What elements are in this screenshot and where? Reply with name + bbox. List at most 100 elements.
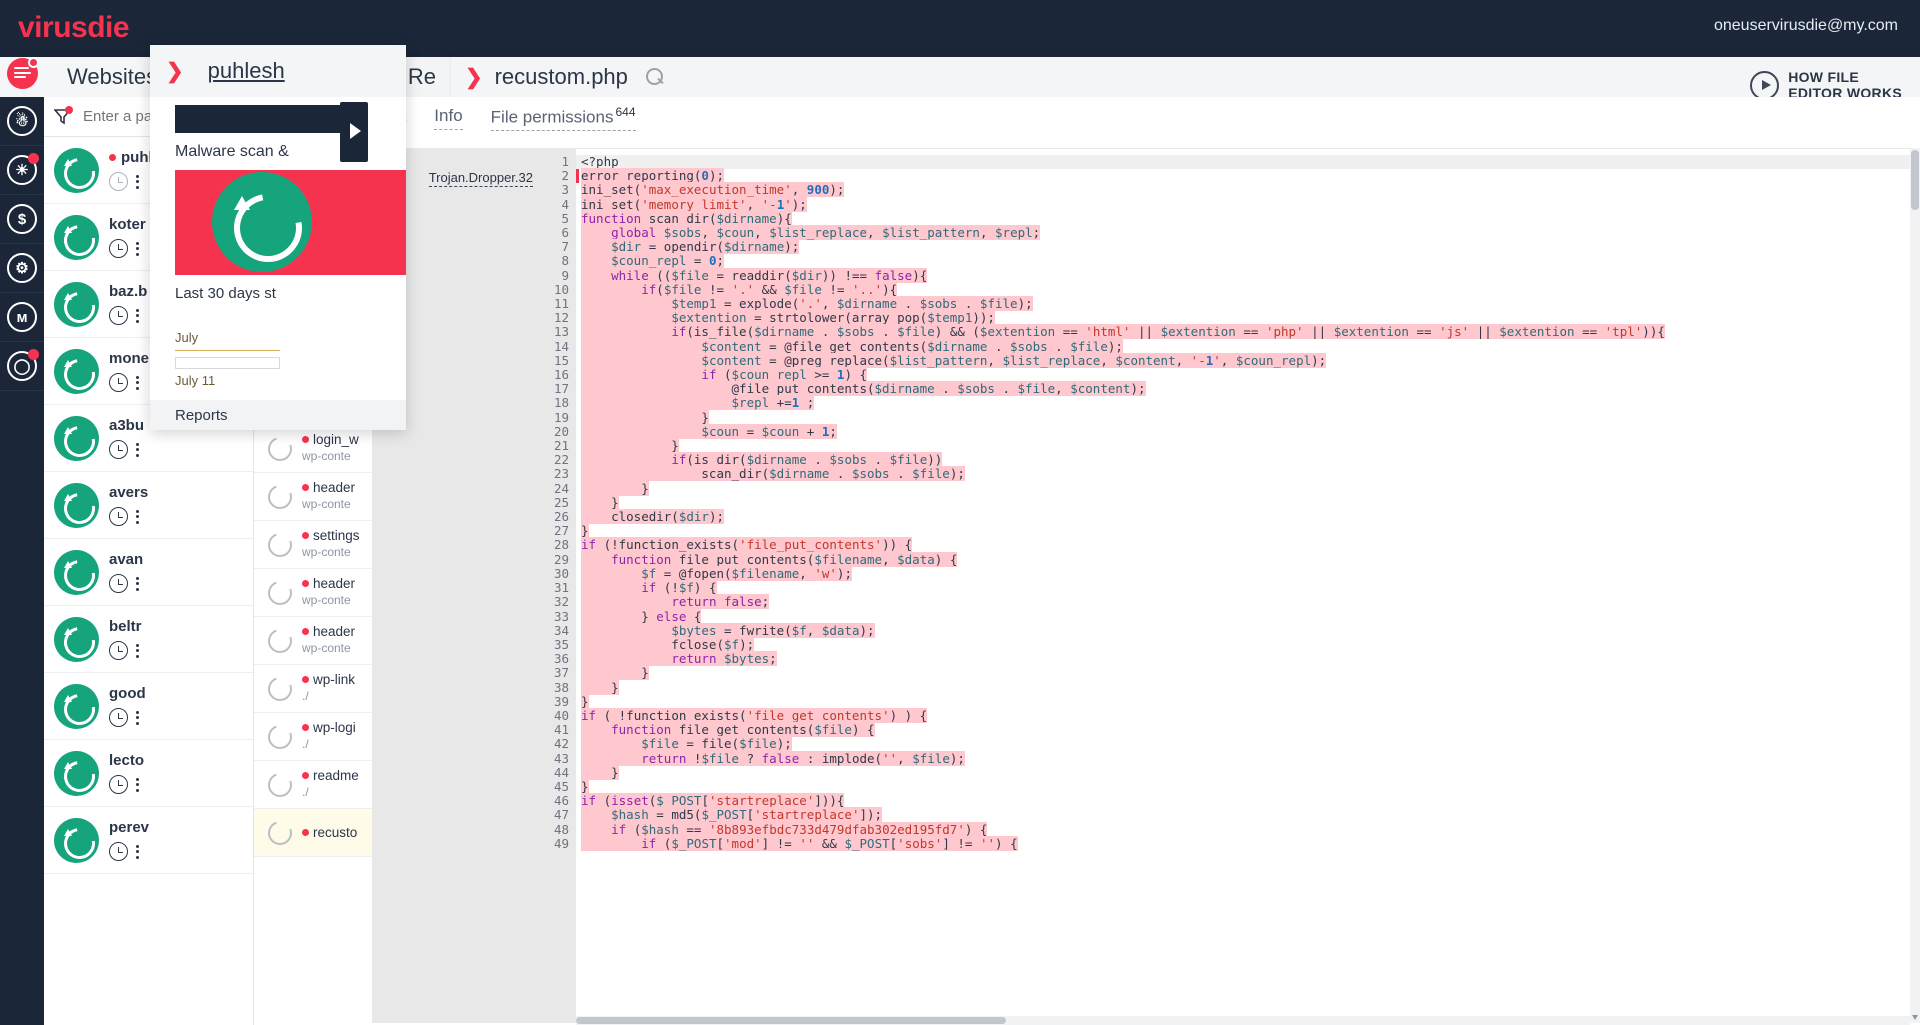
more-options-icon[interactable] bbox=[136, 711, 139, 725]
website-list-item[interactable]: lecto bbox=[44, 740, 253, 807]
sidebar-item-firewall[interactable]: м bbox=[0, 293, 44, 342]
dashboard-reports-label[interactable]: Reports bbox=[150, 400, 406, 430]
clock-icon[interactable] bbox=[109, 641, 128, 660]
code-line[interactable]: $temp1 = explode('.', $dirname . $sobs .… bbox=[576, 297, 1920, 311]
clock-icon[interactable] bbox=[109, 842, 128, 861]
panel-expand-handle[interactable] bbox=[340, 102, 368, 162]
scan-refresh-button[interactable] bbox=[54, 751, 99, 796]
tab-file-permissions[interactable]: File permissions644 bbox=[491, 105, 636, 132]
scan-refresh-button[interactable] bbox=[54, 483, 99, 528]
code-line[interactable]: if ($coun_repl >= 1) { bbox=[576, 368, 1920, 382]
user-email[interactable]: oneuservirusdie@my.com bbox=[1714, 17, 1898, 35]
infected-file-item[interactable]: readme./ bbox=[254, 761, 372, 809]
more-options-icon[interactable] bbox=[136, 577, 139, 591]
search-icon[interactable] bbox=[646, 68, 665, 87]
sidebar-item-settings[interactable]: ⚙ bbox=[0, 244, 44, 293]
sidebar-item-billing[interactable]: $ bbox=[0, 195, 44, 244]
clock-icon[interactable] bbox=[109, 708, 128, 727]
virusdie-logo[interactable]: virusdie bbox=[18, 12, 129, 44]
scan-refresh-button[interactable] bbox=[54, 349, 99, 394]
code-line[interactable]: if (!function_exists('file_put_contents'… bbox=[576, 538, 1920, 552]
code-line[interactable]: $hash = md5($_POST['startreplace']); bbox=[576, 808, 1920, 822]
code-line[interactable]: ini_set('memory_limit', '-1'); bbox=[576, 198, 1920, 212]
scan-refresh-button[interactable] bbox=[54, 416, 99, 461]
editor-vertical-scrollbar[interactable] bbox=[1910, 148, 1920, 1023]
scan-refresh-button[interactable] bbox=[54, 215, 99, 260]
scan-refresh-button[interactable] bbox=[54, 282, 99, 327]
code-line[interactable]: $dir = opendir($dirname); bbox=[576, 240, 1920, 254]
code-line[interactable]: while (($file = readdir($dir)) !== false… bbox=[576, 269, 1920, 283]
website-list-item[interactable]: perev bbox=[44, 807, 253, 874]
code-line[interactable]: } bbox=[576, 411, 1920, 425]
vertical-scroll-thumb[interactable] bbox=[1911, 150, 1919, 210]
code-line[interactable]: if (!$f) { bbox=[576, 581, 1920, 595]
code-line[interactable]: $file = file($file); bbox=[576, 737, 1920, 751]
virusdie-app-badge[interactable] bbox=[7, 58, 38, 89]
more-options-icon[interactable] bbox=[136, 510, 139, 524]
sidebar-item-notifications[interactable]: ☀ bbox=[0, 146, 44, 195]
infected-file-item[interactable]: recusto bbox=[254, 809, 372, 857]
code-line[interactable]: } bbox=[576, 666, 1920, 680]
website-list-item[interactable]: avers bbox=[44, 472, 253, 539]
code-line[interactable]: } bbox=[576, 780, 1920, 794]
code-line[interactable]: function file_get_contents($file) { bbox=[576, 723, 1920, 737]
code-content[interactable]: <?phperror_reporting(0);ini_set('max_exe… bbox=[576, 149, 1920, 1023]
dashboard-card-breadcrumb[interactable]: ❯ puhlesh bbox=[150, 45, 406, 97]
code-line[interactable]: return false; bbox=[576, 595, 1920, 609]
code-line[interactable]: <?php bbox=[576, 155, 1920, 169]
website-list-item[interactable]: beltr bbox=[44, 606, 253, 673]
code-line[interactable]: scan_dir($dirname . $sobs . $file); bbox=[576, 467, 1920, 481]
code-line[interactable]: $content = @preg_replace($list_pattern, … bbox=[576, 354, 1920, 368]
code-line[interactable]: return $bytes; bbox=[576, 652, 1920, 666]
clock-icon[interactable] bbox=[109, 507, 128, 526]
code-line[interactable]: if ($hash == '8b893efbdc733d479dfab302ed… bbox=[576, 823, 1920, 837]
code-line[interactable]: } bbox=[576, 766, 1920, 780]
code-line[interactable]: $coun = $coun + 1; bbox=[576, 425, 1920, 439]
more-options-icon[interactable] bbox=[136, 376, 139, 390]
code-line[interactable]: return !$file ? false : implode('', $fil… bbox=[576, 752, 1920, 766]
scan-refresh-button[interactable] bbox=[54, 617, 99, 662]
code-line[interactable]: if (isset($_POST['startreplace'])){ bbox=[576, 794, 1920, 808]
infected-file-item[interactable]: login_wwp-conte bbox=[254, 425, 372, 473]
dashboard-dark-button[interactable] bbox=[175, 105, 355, 133]
infected-file-item[interactable]: headerwp-conte bbox=[254, 569, 372, 617]
code-line[interactable]: $extention = strtolower(array_pop($temp1… bbox=[576, 311, 1920, 325]
infected-file-item[interactable]: wp-logi./ bbox=[254, 713, 372, 761]
code-line[interactable]: } bbox=[576, 695, 1920, 709]
code-line[interactable]: } bbox=[576, 524, 1920, 538]
sidebar-item-scanner[interactable]: ◯ bbox=[0, 342, 44, 391]
more-options-icon[interactable] bbox=[136, 309, 139, 323]
scan-refresh-button[interactable] bbox=[54, 550, 99, 595]
code-line[interactable]: if ( !function_exists('file_get_contents… bbox=[576, 709, 1920, 723]
code-line[interactable]: global $sobs, $coun, $list_replace, $lis… bbox=[576, 226, 1920, 240]
clock-icon[interactable] bbox=[109, 440, 128, 459]
threat-annotation[interactable]: Trojan.Dropper.32 bbox=[429, 170, 533, 187]
code-line[interactable]: } bbox=[576, 439, 1920, 453]
code-line[interactable]: $f = @fopen($filename, 'w'); bbox=[576, 567, 1920, 581]
breadcrumb-item-file[interactable]: ❯ recustom.php bbox=[451, 57, 1920, 97]
dashboard-scan-hero[interactable] bbox=[175, 170, 406, 275]
clock-icon[interactable] bbox=[109, 373, 128, 392]
scan-refresh-button[interactable] bbox=[54, 148, 99, 193]
code-line[interactable]: } bbox=[576, 482, 1920, 496]
horizontal-scroll-thumb[interactable] bbox=[576, 1017, 1006, 1024]
more-options-icon[interactable] bbox=[136, 175, 139, 189]
infected-file-item[interactable]: wp-link./ bbox=[254, 665, 372, 713]
more-options-icon[interactable] bbox=[136, 644, 139, 658]
more-options-icon[interactable] bbox=[136, 845, 139, 859]
scan-refresh-button[interactable] bbox=[54, 684, 99, 729]
code-line[interactable]: closedir($dir); bbox=[576, 510, 1920, 524]
website-list-item[interactable]: avan bbox=[44, 539, 253, 606]
code-line[interactable]: if(is_file($dirname . $sobs . $file) && … bbox=[576, 325, 1920, 339]
more-options-icon[interactable] bbox=[136, 242, 139, 256]
sidebar-item-duck[interactable]: ☃ bbox=[0, 97, 44, 146]
filter-icon[interactable] bbox=[54, 108, 71, 125]
infected-file-item[interactable]: settingswp-conte bbox=[254, 521, 372, 569]
clock-icon[interactable] bbox=[109, 306, 128, 325]
code-line[interactable]: function file_put_contents($filename, $d… bbox=[576, 553, 1920, 567]
code-line[interactable]: $bytes = fwrite($f, $data); bbox=[576, 624, 1920, 638]
code-line[interactable]: if ($_POST['mod'] != '' && $_POST['sobs'… bbox=[576, 837, 1920, 851]
code-line[interactable]: fclose($f); bbox=[576, 638, 1920, 652]
clock-icon[interactable] bbox=[109, 574, 128, 593]
code-line[interactable]: ini_set('max_execution_time', 900); bbox=[576, 183, 1920, 197]
